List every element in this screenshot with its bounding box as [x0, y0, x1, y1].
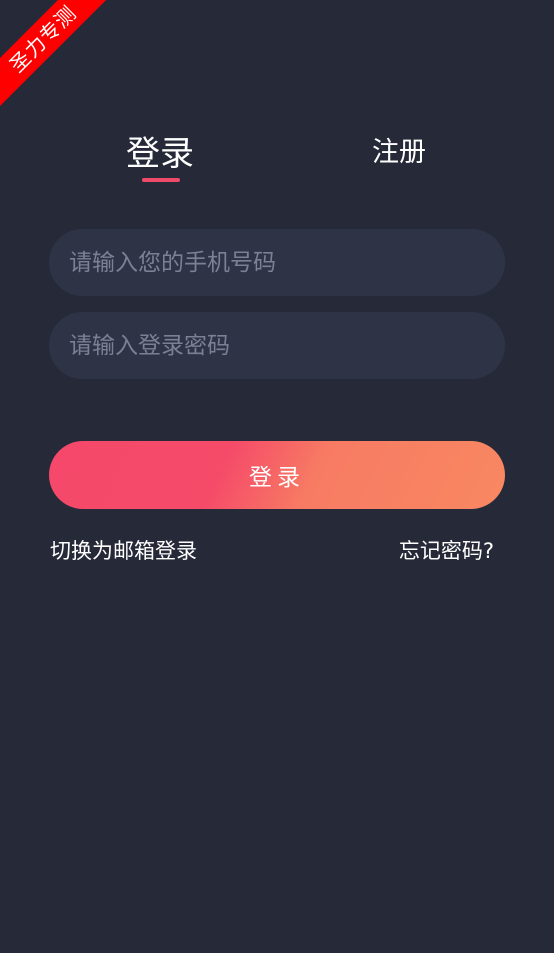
forgot-password-link[interactable]: 忘记密码? [399, 535, 494, 565]
auth-tabs: 登录 注册 [0, 122, 554, 192]
switch-to-email-login-link[interactable]: 切换为邮箱登录 [50, 535, 197, 565]
tab-login[interactable]: 登录 [126, 126, 194, 175]
phone-field [49, 229, 505, 296]
tab-register[interactable]: 注册 [372, 130, 426, 169]
active-tab-indicator [142, 178, 180, 182]
test-ribbon: 圣力专测 [0, 0, 116, 112]
test-ribbon-container: 圣力专测 [0, 0, 120, 120]
password-input[interactable] [49, 312, 505, 379]
password-field [49, 312, 505, 379]
phone-input[interactable] [49, 229, 505, 296]
login-button[interactable]: 登录 [49, 441, 505, 509]
